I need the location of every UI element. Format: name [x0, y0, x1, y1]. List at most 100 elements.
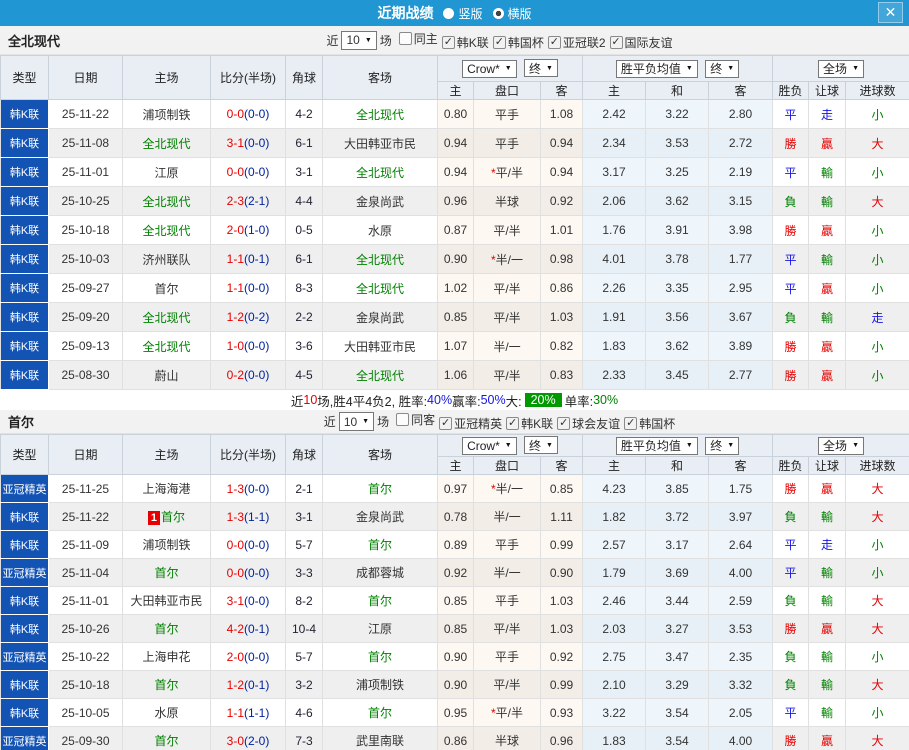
filter-checkbox-国际友谊[interactable]: ✓ 国际友谊 [606, 34, 673, 51]
match-date: 25-08-30 [48, 360, 123, 390]
filter-checkbox-韩国杯[interactable]: ✓ 韩国杯 [489, 34, 544, 51]
filter-checkbox-亚冠精英[interactable]: ✓ 亚冠精英 [435, 415, 502, 432]
away-team: 大田韩亚市民 [322, 128, 438, 158]
home-team: 全北现代 [122, 186, 211, 216]
result-winloss: 負 [772, 186, 810, 216]
match-count-select[interactable]: 10 ▼ [338, 412, 375, 431]
result-winloss: 勝 [772, 614, 810, 643]
scope-select[interactable]: 全场 ▼ [818, 436, 864, 455]
handicap: 平手 [473, 642, 541, 671]
league-type: 韩K联 [0, 360, 49, 390]
matches-label: 场 [377, 415, 390, 429]
halftime-score: (0-1) [244, 677, 270, 692]
filter-checkbox-韩K联[interactable]: ✓ 韩K联 [502, 415, 553, 432]
avg-away: 3.98 [708, 215, 774, 245]
odds-away: 0.82 [539, 331, 584, 361]
close-button[interactable]: ✕ [878, 2, 903, 23]
league-type: 韩K联 [0, 186, 49, 216]
handicap-text: 半球 [494, 734, 519, 748]
avg-home: 3.17 [582, 157, 647, 187]
filter-checkbox-韩国杯[interactable]: ✓ 韩国杯 [620, 415, 675, 432]
home-team-name: 大田韩亚市民 [130, 594, 203, 608]
subcol-handicap-result: 让球 [808, 456, 847, 475]
result-winloss: 平 [772, 244, 810, 274]
result-goals: 小 [845, 698, 909, 727]
away-team-name: 全北现代 [355, 165, 404, 180]
avg-draw: 3.56 [645, 302, 710, 332]
match-date: 25-11-22 [48, 502, 123, 531]
bookmaker-select[interactable]: Crow* ▼ [462, 59, 517, 78]
layout-radio-vertical[interactable]: 竖版 [443, 5, 483, 22]
avg-draw: 3.54 [645, 726, 710, 750]
avg-away: 4.00 [708, 558, 774, 587]
odds-home: 1.07 [437, 331, 474, 361]
final-select[interactable]: 终 ▼ [524, 59, 558, 78]
handicap: 平手 [473, 99, 541, 129]
result-winloss: 勝 [772, 128, 810, 158]
scope-select[interactable]: 全场 ▼ [818, 59, 864, 78]
avg-select[interactable]: 胜平负均值 ▼ [615, 436, 698, 455]
away-team: 首尔 [322, 530, 438, 559]
handicap-text: 平/半 [493, 678, 521, 692]
avg-away: 2.77 [708, 360, 774, 390]
final-select-2[interactable]: 终 ▼ [705, 436, 740, 455]
away-team-name: 浦项制铁 [355, 678, 404, 692]
odds-home: 0.90 [437, 642, 474, 671]
result-handicap: 贏 [808, 726, 847, 750]
home-team: 水原 [122, 698, 211, 727]
col-type: 类型 [0, 434, 49, 475]
handicap: 半球 [473, 186, 541, 216]
away-team-name: 大田韩亚市民 [343, 339, 416, 354]
away-team-name: 成都蓉城 [355, 566, 404, 580]
filter-checkbox-同客[interactable]: 同客 [392, 411, 435, 428]
home-team-name: 全北现代 [142, 310, 191, 325]
final-select-2[interactable]: 终 ▼ [705, 59, 740, 78]
halftime-score: (0-2) [244, 310, 270, 324]
handicap: *平/半 [473, 698, 541, 727]
league-type: 亚冠精英 [0, 474, 49, 503]
match-row: 亚冠精英 25-09-30 首尔 3-0(2-0) 7-3 武里南联 0.86 半球 0.96 1… [0, 726, 909, 750]
away-team-name: 首尔 [367, 538, 392, 552]
handicap: 平手 [473, 128, 541, 158]
filter-checkbox-球会友谊[interactable]: ✓ 球会友谊 [553, 415, 620, 432]
summary-part: 赢率: [452, 394, 481, 409]
layout-radio-horizontal[interactable]: 横版 [492, 5, 532, 22]
final-select[interactable]: 终 ▼ [524, 436, 558, 455]
summary-part: 近 [290, 394, 304, 409]
bookmaker-select[interactable]: Crow* ▼ [462, 436, 517, 455]
odds-away: 0.99 [539, 530, 584, 559]
score: 1-3(1-1) [210, 502, 286, 531]
avg-draw: 3.22 [645, 99, 710, 129]
corner-score: 0-5 [285, 215, 323, 245]
odds-home: 0.86 [437, 726, 474, 750]
away-team-name: 首尔 [367, 594, 392, 608]
halftime-score: (2-1) [244, 194, 270, 208]
col-corner: 角球 [285, 55, 323, 100]
league-type: 韩K联 [0, 302, 49, 332]
col-date: 日期 [48, 55, 123, 100]
odds-home: 0.90 [437, 670, 474, 699]
home-team: 首尔 [122, 726, 211, 750]
handicap: 半/一 [473, 331, 541, 361]
match-count-select[interactable]: 10 ▼ [341, 30, 377, 50]
match-date: 25-11-04 [48, 558, 123, 587]
odds-away: 0.94 [539, 157, 584, 187]
odds-home: 0.96 [437, 186, 474, 216]
away-team-name: 武里南联 [355, 734, 404, 748]
avg-group-header: 胜平负均值 ▼ 终 ▼ [582, 434, 774, 457]
filter-checkbox-韩K联[interactable]: ✓ 韩K联 [438, 34, 489, 51]
checkbox-label: 亚冠联2 [562, 35, 606, 50]
match-row: 韩K联 25-10-03 济州联队 1-1(0-1) 6-1 全北现代 0.90 *半/一 0.… [0, 244, 909, 274]
filter-checkbox-同主[interactable]: 同主 [395, 30, 438, 47]
corner-score: 8-3 [285, 273, 323, 303]
filter-checkbox-亚冠联2[interactable]: ✓ 亚冠联2 [544, 34, 606, 51]
match-date: 25-10-22 [48, 642, 123, 671]
handicap-text: 平/半 [495, 165, 523, 180]
avg-select[interactable]: 胜平负均值 ▼ [615, 59, 698, 78]
avg-home: 2.42 [582, 99, 647, 129]
match-date: 25-11-22 [48, 99, 123, 129]
chevron-down-icon: ▼ [546, 64, 553, 72]
subcol-odds-home: 主 [437, 456, 474, 475]
result-goals: 小 [845, 215, 909, 245]
result-handicap: 贏 [808, 614, 847, 643]
